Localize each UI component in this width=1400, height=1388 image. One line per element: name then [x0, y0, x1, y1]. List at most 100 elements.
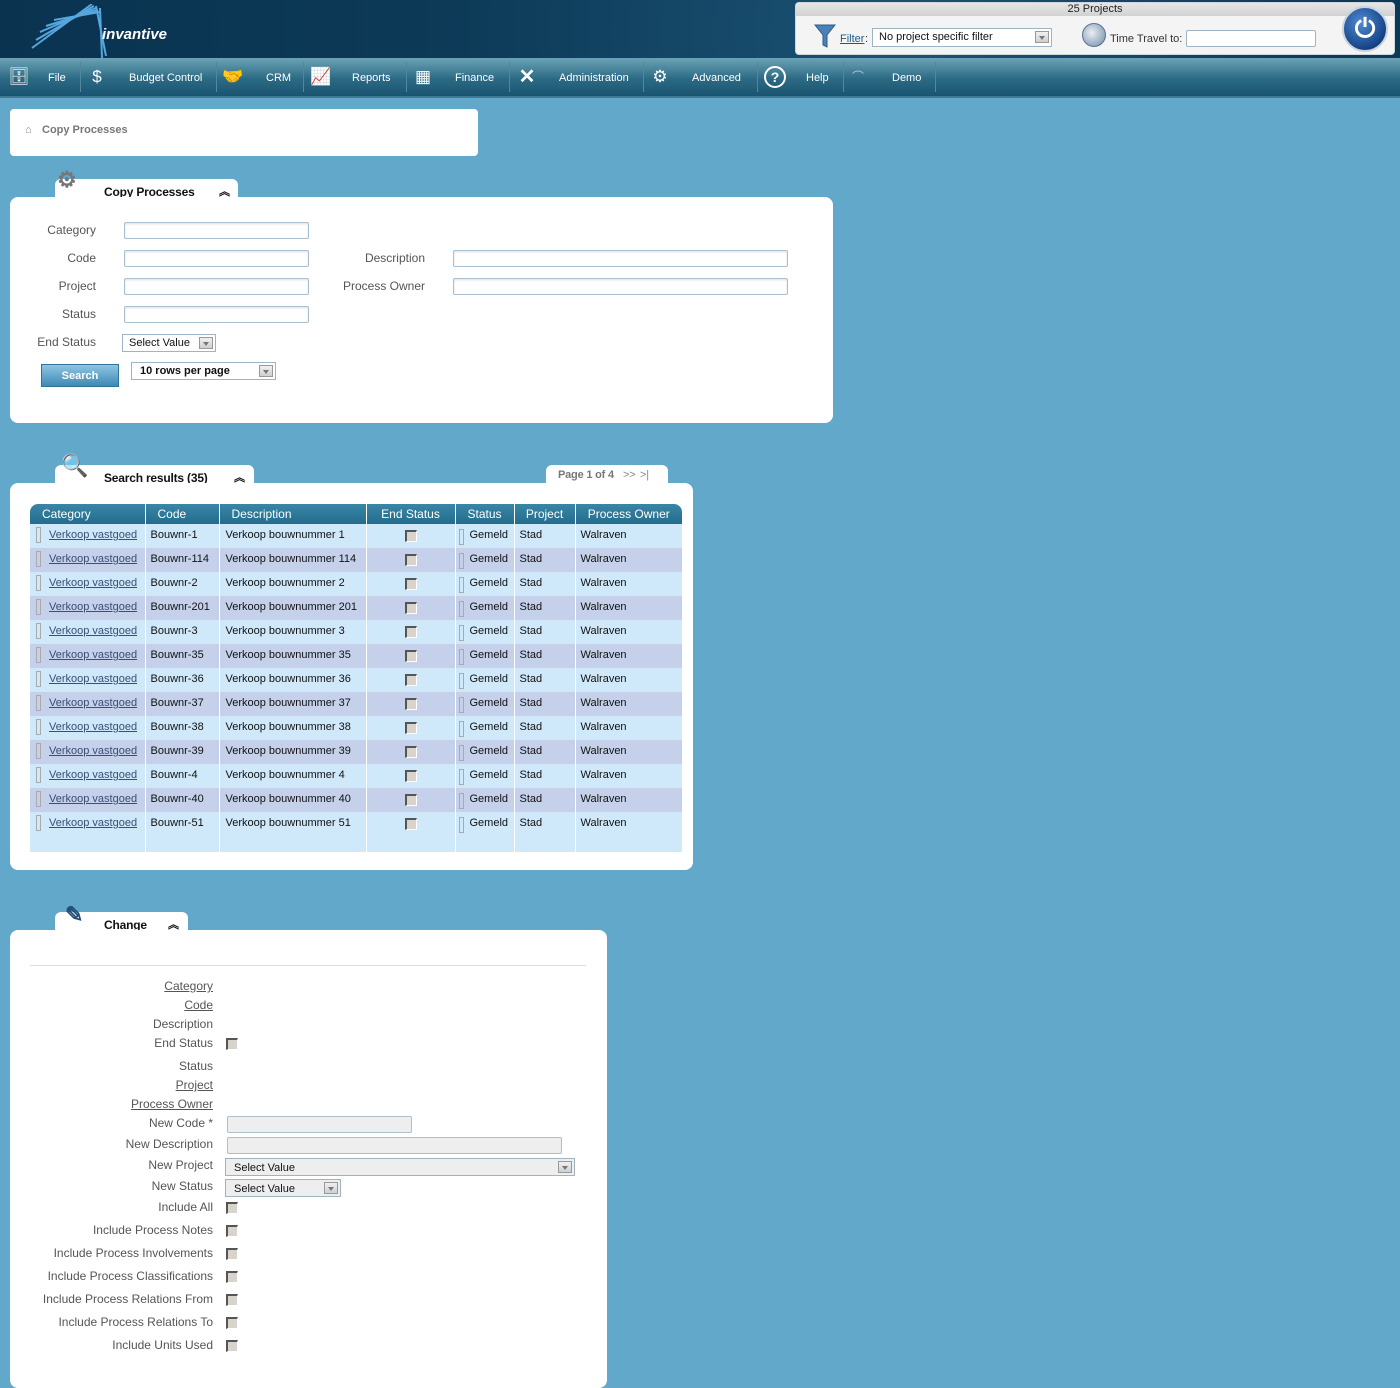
menu-reports[interactable]: 📈 Reports [308, 58, 403, 98]
menu-help[interactable]: ? Help [763, 58, 839, 98]
end-status-checkbox [404, 578, 417, 590]
cell-process-owner: Walraven [575, 548, 683, 572]
category-link[interactable]: Verkoop vastgoed [49, 793, 137, 805]
status-input[interactable] [124, 306, 309, 323]
table-row[interactable]: Verkoop vastgoed Bouwnr-39 Verkoop bouwnum… [30, 740, 683, 764]
change-code-label[interactable]: Code [184, 998, 213, 1012]
pager-last-link[interactable]: >| [640, 469, 649, 481]
table-row[interactable]: Verkoop vastgoed Bouwnr-35 Verkoop bouwnum… [30, 644, 683, 668]
new-status-select[interactable]: Select Value [225, 1179, 341, 1197]
col-end-status[interactable]: End Status [366, 504, 456, 524]
include-involvements-checkbox[interactable] [226, 1248, 238, 1260]
menu-file[interactable]: 🗄 File [6, 58, 76, 98]
menu-demo[interactable]: ⌒ Demo [847, 58, 933, 98]
row-selector[interactable] [36, 647, 41, 663]
search-button[interactable]: Search [41, 364, 119, 387]
include-classifications-checkbox[interactable] [226, 1271, 238, 1283]
power-logout-icon[interactable]: ⏻ [1342, 6, 1388, 52]
category-link[interactable]: Verkoop vastgoed [49, 721, 137, 733]
col-process-owner[interactable]: Process Owner [575, 504, 682, 524]
change-category-label[interactable]: Category [164, 979, 213, 993]
table-row[interactable]: Verkoop vastgoed Bouwnr-1 Verkoop bouwnumm… [30, 524, 683, 548]
col-project[interactable]: Project [514, 504, 576, 524]
category-input[interactable] [124, 222, 309, 239]
category-link[interactable]: Verkoop vastgoed [49, 529, 137, 541]
cell-process-owner: Walraven [575, 812, 683, 836]
category-link[interactable]: Verkoop vastgoed [49, 769, 137, 781]
row-selector[interactable] [36, 551, 41, 567]
table-row[interactable]: Verkoop vastgoed Bouwnr-4 Verkoop bouwnumm… [30, 764, 683, 788]
filter-link[interactable]: Filter [840, 33, 864, 45]
row-selector[interactable] [36, 743, 41, 759]
table-row[interactable]: Verkoop vastgoed Bouwnr-40 Verkoop bouwnum… [30, 788, 683, 812]
table-row[interactable]: Verkoop vastgoed Bouwnr-51 Verkoop bouwnum… [30, 812, 683, 836]
table-row[interactable]: Verkoop vastgoed Bouwnr-3 Verkoop bouwnumm… [30, 620, 683, 644]
filter-funnel-icon[interactable] [814, 23, 836, 49]
row-selector[interactable] [36, 791, 41, 807]
category-label: Category [47, 223, 96, 237]
table-row[interactable]: Verkoop vastgoed Bouwnr-2 Verkoop bouwnumm… [30, 572, 683, 596]
table-row[interactable]: Verkoop vastgoed Bouwnr-38 Verkoop bouwnum… [30, 716, 683, 740]
invantive-logo[interactable]: invantive [30, 3, 167, 59]
category-link[interactable]: Verkoop vastgoed [49, 625, 137, 637]
category-link[interactable]: Verkoop vastgoed [49, 553, 137, 565]
rows-per-page-select[interactable]: 10 rows per page [131, 362, 276, 380]
col-code[interactable]: Code [145, 504, 220, 524]
cell-end-status [366, 596, 456, 620]
change-process-owner-label[interactable]: Process Owner [131, 1097, 213, 1111]
menu-administration[interactable]: ✕ Administration [514, 58, 642, 98]
code-input[interactable] [124, 250, 309, 267]
category-link[interactable]: Verkoop vastgoed [49, 577, 137, 589]
new-code-input[interactable] [227, 1116, 412, 1133]
end-status-checkbox [404, 746, 417, 758]
end-status-select[interactable]: Select Value [122, 334, 216, 352]
include-relations-from-checkbox[interactable] [226, 1294, 238, 1306]
table-row[interactable]: Verkoop vastgoed Bouwnr-36 Verkoop bouwnum… [30, 668, 683, 692]
menu-crm[interactable]: 🤝 CRM [220, 58, 300, 98]
process-owner-input[interactable] [453, 278, 788, 295]
category-link[interactable]: Verkoop vastgoed [49, 649, 137, 661]
table-row[interactable]: Verkoop vastgoed Bouwnr-114 Verkoop bouwnu… [30, 548, 683, 572]
cell-status: Gemeld [455, 764, 515, 788]
cell-project: Stad [514, 788, 576, 812]
row-selector[interactable] [36, 695, 41, 711]
category-link[interactable]: Verkoop vastgoed [49, 697, 137, 709]
table-row[interactable]: Verkoop vastgoed Bouwnr-201 Verkoop bouwnu… [30, 596, 683, 620]
row-selector[interactable] [36, 575, 41, 591]
description-input[interactable] [453, 250, 788, 267]
category-link[interactable]: Verkoop vastgoed [49, 601, 137, 613]
include-relations-to-checkbox[interactable] [226, 1317, 238, 1329]
col-description[interactable]: Description [219, 504, 367, 524]
category-link[interactable]: Verkoop vastgoed [49, 673, 137, 685]
new-project-select[interactable]: Select Value [225, 1158, 575, 1176]
time-travel-input[interactable] [1186, 30, 1316, 47]
row-selector[interactable] [36, 767, 41, 783]
code-label: Code [67, 251, 96, 265]
col-category[interactable]: Category [30, 504, 146, 524]
new-description-input[interactable] [227, 1137, 562, 1154]
project-filter-select[interactable]: No project specific filter [872, 28, 1052, 47]
cell-status: Gemeld [455, 740, 515, 764]
include-units-checkbox[interactable] [226, 1340, 238, 1352]
category-link[interactable]: Verkoop vastgoed [49, 745, 137, 757]
row-selector[interactable] [36, 815, 41, 831]
menu-budget-control[interactable]: $ Budget Control [84, 58, 214, 98]
pager-next-link[interactable]: >> [623, 469, 636, 481]
home-icon[interactable]: ⌂ [25, 124, 32, 136]
menu-finance[interactable]: ▦ Finance [410, 58, 506, 98]
category-link[interactable]: Verkoop vastgoed [49, 817, 137, 829]
row-selector[interactable] [36, 671, 41, 687]
include-notes-checkbox[interactable] [226, 1225, 238, 1237]
row-selector[interactable] [36, 599, 41, 615]
change-project-label[interactable]: Project [176, 1078, 213, 1092]
include-all-checkbox[interactable] [226, 1202, 238, 1214]
col-status[interactable]: Status [455, 504, 515, 524]
table-row[interactable]: Verkoop vastgoed Bouwnr-37 Verkoop bouwnum… [30, 692, 683, 716]
time-travel-icon[interactable] [1082, 23, 1106, 47]
row-selector[interactable] [36, 527, 41, 543]
row-selector[interactable] [36, 719, 41, 735]
project-input[interactable] [124, 278, 309, 295]
table-header: Category Code Description End Status Sta… [30, 504, 682, 524]
row-selector[interactable] [36, 623, 41, 639]
menu-advanced[interactable]: ⚙ Advanced [647, 58, 755, 98]
